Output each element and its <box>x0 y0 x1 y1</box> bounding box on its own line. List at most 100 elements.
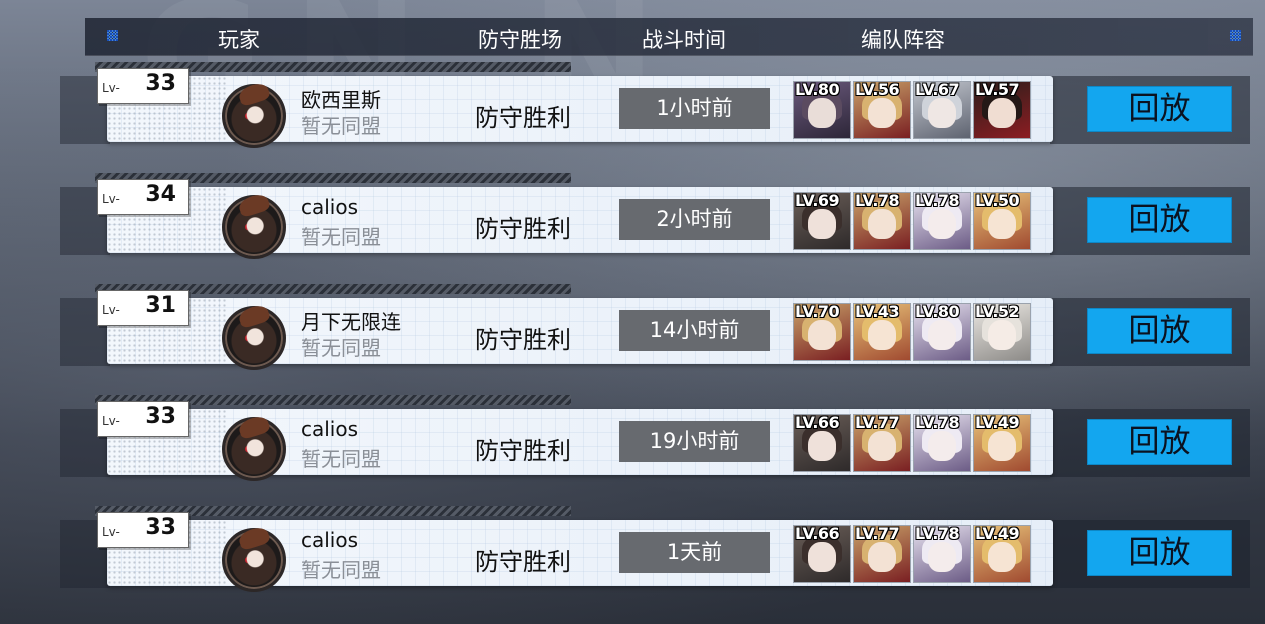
team-member-level: LV.80 <box>795 81 840 99</box>
replay-button[interactable]: 回放 <box>1087 530 1232 576</box>
face-shape <box>868 542 896 572</box>
face-shape <box>928 98 956 128</box>
face-shape <box>988 431 1016 461</box>
header-player: 玩家 <box>218 28 260 52</box>
player-alliance: 暂无同盟 <box>301 114 381 138</box>
player-name: 月下无限连 <box>301 310 401 334</box>
player-level-badge: Lv- 33 <box>97 401 189 437</box>
battle-time-badge: 1天前 <box>619 532 770 573</box>
replay-button[interactable]: 回放 <box>1087 419 1232 465</box>
record-row: Lv- 34 calios 暂无同盟 防守胜利 2小时前 LV.69 LV.78… <box>0 173 1265 287</box>
team-member-level: LV.66 <box>795 414 840 432</box>
defense-result: 防守胜利 <box>475 215 571 243</box>
player-level: 31 <box>145 293 176 318</box>
grid-icon <box>1230 30 1241 41</box>
team-member-portrait: LV.78 <box>913 525 971 583</box>
face-shape <box>928 431 956 461</box>
replay-button[interactable]: 回放 <box>1087 197 1232 243</box>
team-member-portrait: LV.67 <box>913 81 971 139</box>
player-alliance: 暂无同盟 <box>301 336 381 360</box>
team-member-level: LV.78 <box>915 192 960 210</box>
avatar[interactable] <box>222 417 286 481</box>
team-member-level: LV.43 <box>855 303 900 321</box>
face-shape <box>808 542 836 572</box>
face-shape <box>868 98 896 128</box>
level-prefix: Lv- <box>102 414 120 428</box>
avatar[interactable] <box>222 306 286 370</box>
team-member-portrait: LV.49 <box>973 525 1031 583</box>
face-shape <box>988 542 1016 572</box>
player-level-badge: Lv- 33 <box>97 512 189 548</box>
player-level: 33 <box>145 404 176 429</box>
team-member-level: LV.66 <box>795 525 840 543</box>
record-row: Lv- 33 欧西里斯 暂无同盟 防守胜利 1小时前 LV.80 LV.56 L… <box>0 62 1265 176</box>
team-member-portrait: LV.70 <box>793 303 851 361</box>
player-level-badge: Lv- 33 <box>97 68 189 104</box>
team-member-level: LV.70 <box>795 303 840 321</box>
player-alliance: 暂无同盟 <box>301 558 381 582</box>
avatar[interactable] <box>222 195 286 259</box>
team-member-portrait: LV.78 <box>853 192 911 250</box>
player-level-badge: Lv- 34 <box>97 179 189 215</box>
face-shape <box>808 98 836 128</box>
team-member-portrait: LV.43 <box>853 303 911 361</box>
level-prefix: Lv- <box>102 81 120 95</box>
face-shape <box>808 209 836 239</box>
header-lineup: 编队阵容 <box>861 28 945 52</box>
record-row: Lv- 33 calios 暂无同盟 防守胜利 1天前 LV.66 LV.77 … <box>0 506 1265 620</box>
team-member-level: LV.67 <box>915 81 960 99</box>
team-member-level: LV.78 <box>855 192 900 210</box>
player-level-badge: Lv- 31 <box>97 290 189 326</box>
team-member-portrait: LV.77 <box>853 414 911 472</box>
team-member-level: LV.69 <box>795 192 840 210</box>
avatar[interactable] <box>222 84 286 148</box>
player-name: calios <box>301 195 359 219</box>
level-prefix: Lv- <box>102 525 120 539</box>
record-row: Lv- 33 calios 暂无同盟 防守胜利 19小时前 LV.66 LV.7… <box>0 395 1265 509</box>
face-shape <box>928 209 956 239</box>
team-member-portrait: LV.78 <box>913 414 971 472</box>
team-member-portrait: LV.57 <box>973 81 1031 139</box>
team-member-portrait: LV.52 <box>973 303 1031 361</box>
player-name: calios <box>301 528 359 552</box>
team-member-level: LV.56 <box>855 81 900 99</box>
defense-result: 防守胜利 <box>475 437 571 465</box>
player-alliance: 暂无同盟 <box>301 225 381 249</box>
player-level: 33 <box>145 515 176 540</box>
team-member-portrait: LV.49 <box>973 414 1031 472</box>
team-member-level: LV.49 <box>975 525 1020 543</box>
grid-icon <box>107 30 118 41</box>
team-member-level: LV.77 <box>855 414 900 432</box>
defense-result: 防守胜利 <box>475 548 571 576</box>
face-shape <box>808 431 836 461</box>
face-shape <box>928 542 956 572</box>
team-member-portrait: LV.66 <box>793 525 851 583</box>
table-header: 玩家 防守胜场 战斗时间 编队阵容 <box>85 18 1253 56</box>
level-prefix: Lv- <box>102 192 120 206</box>
avatar[interactable] <box>222 528 286 592</box>
face-shape <box>988 320 1016 350</box>
team-member-portrait: LV.80 <box>793 81 851 139</box>
player-alliance: 暂无同盟 <box>301 447 381 471</box>
header-defense-result: 防守胜场 <box>478 28 562 52</box>
face-shape <box>868 431 896 461</box>
replay-button[interactable]: 回放 <box>1087 308 1232 354</box>
defense-result: 防守胜利 <box>475 104 571 132</box>
team-member-level: LV.50 <box>975 192 1020 210</box>
team-member-level: LV.80 <box>915 303 960 321</box>
team-member-level: LV.78 <box>915 414 960 432</box>
level-prefix: Lv- <box>102 303 120 317</box>
replay-button[interactable]: 回放 <box>1087 86 1232 132</box>
face-shape <box>988 98 1016 128</box>
team-member-level: LV.78 <box>915 525 960 543</box>
team-member-portrait: LV.77 <box>853 525 911 583</box>
team-member-portrait: LV.78 <box>913 192 971 250</box>
team-member-portrait: LV.50 <box>973 192 1031 250</box>
player-level: 33 <box>145 71 176 96</box>
team-member-level: LV.57 <box>975 81 1020 99</box>
face-shape <box>928 320 956 350</box>
battle-time-badge: 19小时前 <box>619 421 770 462</box>
team-member-level: LV.49 <box>975 414 1020 432</box>
team-member-portrait: LV.80 <box>913 303 971 361</box>
team-member-portrait: LV.56 <box>853 81 911 139</box>
